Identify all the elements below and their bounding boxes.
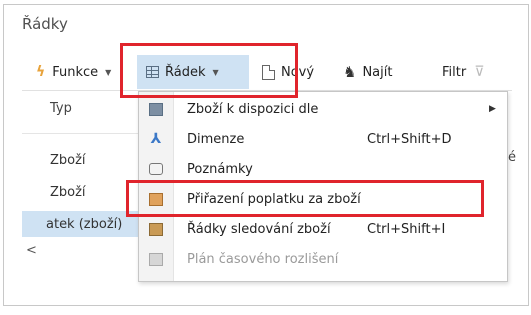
clear-filter-icon: ⊽ <box>474 64 485 80</box>
new-document-icon <box>262 64 275 80</box>
radek-menu-button[interactable]: Řádek ▼ <box>146 55 219 89</box>
table-row[interactable]: Zboží <box>22 147 139 173</box>
novy-label: Nový <box>281 64 315 80</box>
header-divider <box>22 133 139 134</box>
item-tracking-icon <box>148 221 164 237</box>
menu-item-label: Dimenze <box>187 131 245 147</box>
menu-item-label: Přiřazení poplatku za zboží <box>187 191 361 207</box>
column-header-typ[interactable]: Typ <box>50 101 72 116</box>
filtr-label: Filtr <box>442 64 467 80</box>
chevron-down-icon: ▼ <box>105 67 112 77</box>
cut-off-column-text: é <box>508 150 516 165</box>
menu-item-prirazeni-poplatku[interactable]: Přiřazení poplatku za zboží <box>139 186 507 212</box>
najit-button[interactable]: ♞ Najít <box>343 55 392 89</box>
radek-dropdown-menu: Zboží k dispozici dle ▶ ⅄ Dimenze Ctrl+S… <box>138 91 508 282</box>
menu-item-shortcut: Ctrl+Shift+D <box>367 131 452 147</box>
novy-button[interactable]: Nový <box>262 55 314 89</box>
table-grid-icon <box>146 66 159 78</box>
funkce-label: Funkce <box>52 64 99 80</box>
table-row[interactable]: Zboží <box>22 179 139 205</box>
chevron-down-icon: ▼ <box>212 67 219 77</box>
funkce-menu-button[interactable]: ϟ Funkce ▼ <box>36 55 111 89</box>
menu-item-label: Plán časového rozlišení <box>187 251 339 267</box>
submenu-arrow-icon: ▶ <box>489 104 496 114</box>
lines-grid: Typ Zboží Zboží atek (zboží) < <box>22 95 139 280</box>
menu-item-radky-sledovani[interactable]: Řádky sledování zboží Ctrl+Shift+I <box>139 216 507 242</box>
stock-icon <box>148 101 164 117</box>
filtr-button[interactable]: Filtr ⊽ <box>442 55 484 89</box>
menu-item-poznamky[interactable]: Poznámky <box>139 156 507 182</box>
najit-label: Najít <box>362 64 393 80</box>
menu-item-zbozi-k-dispozici[interactable]: Zboží k dispozici dle ▶ <box>139 96 507 122</box>
lines-toolbar: ϟ Funkce ▼ Řádek ▼ Nový ♞ Najít Filtr ⊽ <box>22 55 522 89</box>
dimension-icon: ⅄ <box>150 131 162 147</box>
menu-item-dimenze[interactable]: ⅄ Dimenze Ctrl+Shift+D <box>139 126 507 152</box>
menu-item-plan-casoveho-rozliseni: Plán časového rozlišení <box>139 246 507 272</box>
deferral-schedule-icon <box>148 251 164 267</box>
radek-label: Řádek <box>165 64 206 80</box>
menu-item-label: Řádky sledování zboží <box>187 221 331 237</box>
menu-item-label: Poznámky <box>187 161 253 177</box>
binoculars-icon: ♞ <box>343 63 357 81</box>
menu-item-label: Zboží k dispozici dle <box>187 101 319 117</box>
scroll-left-indicator[interactable]: < <box>22 238 139 262</box>
section-title: Řádky <box>22 15 68 33</box>
lightning-icon: ϟ <box>36 64 46 80</box>
menu-item-shortcut: Ctrl+Shift+I <box>367 221 446 237</box>
note-icon <box>148 161 164 177</box>
charge-assignment-icon <box>148 191 164 207</box>
table-row-selected[interactable]: atek (zboží) <box>22 211 139 237</box>
